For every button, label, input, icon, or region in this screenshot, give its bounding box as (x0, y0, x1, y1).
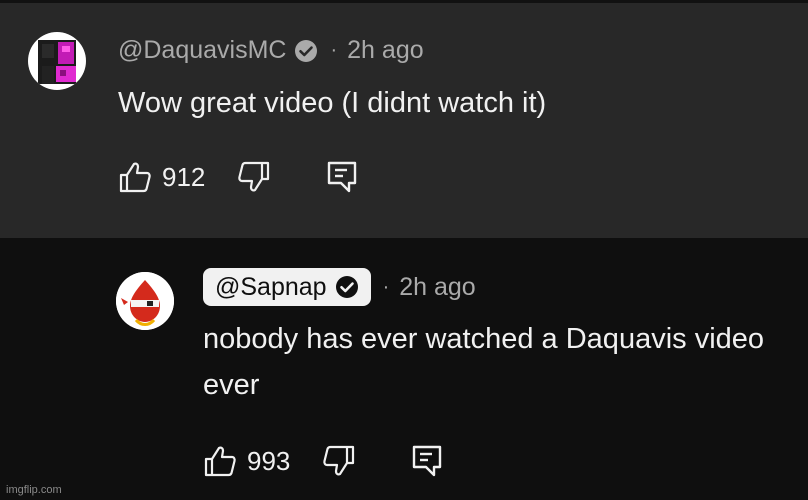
creator-handle-pill[interactable]: @Sapnap (203, 268, 371, 306)
comment-actions: 993 (203, 444, 444, 478)
timestamp[interactable]: 2h ago (399, 273, 475, 302)
comment-meta: @Sapnap · 2h ago (203, 268, 476, 306)
verified-check-icon (335, 276, 358, 298)
reply-icon[interactable] (325, 160, 359, 194)
verified-check-icon (295, 39, 318, 62)
separator-dot: · (382, 275, 390, 298)
channel-handle[interactable]: @Sapnap (215, 273, 327, 302)
like-count: 912 (162, 161, 206, 192)
watermark: imgflip.com (6, 484, 62, 496)
thumbs-down-icon[interactable] (237, 160, 271, 194)
avatar[interactable] (28, 32, 86, 90)
thumbs-down-icon[interactable] (322, 444, 356, 478)
thumbs-up-icon[interactable] (203, 444, 237, 478)
like-count: 993 (247, 445, 291, 476)
reply-icon[interactable] (410, 444, 444, 478)
comment-text: nobody has ever watched a Daquavis video… (203, 323, 765, 401)
avatar[interactable] (116, 272, 174, 330)
thumbs-up-icon[interactable] (118, 160, 152, 194)
channel-handle[interactable]: @DaquavisMC (118, 36, 286, 65)
separator-dot: · (330, 39, 338, 61)
comment-actions: 912 (118, 160, 359, 194)
comment-text: Wow great video (I didnt watch it) (118, 87, 547, 119)
timestamp[interactable]: 2h ago (347, 36, 423, 65)
comment-meta: @DaquavisMC · 2h ago (118, 36, 424, 65)
